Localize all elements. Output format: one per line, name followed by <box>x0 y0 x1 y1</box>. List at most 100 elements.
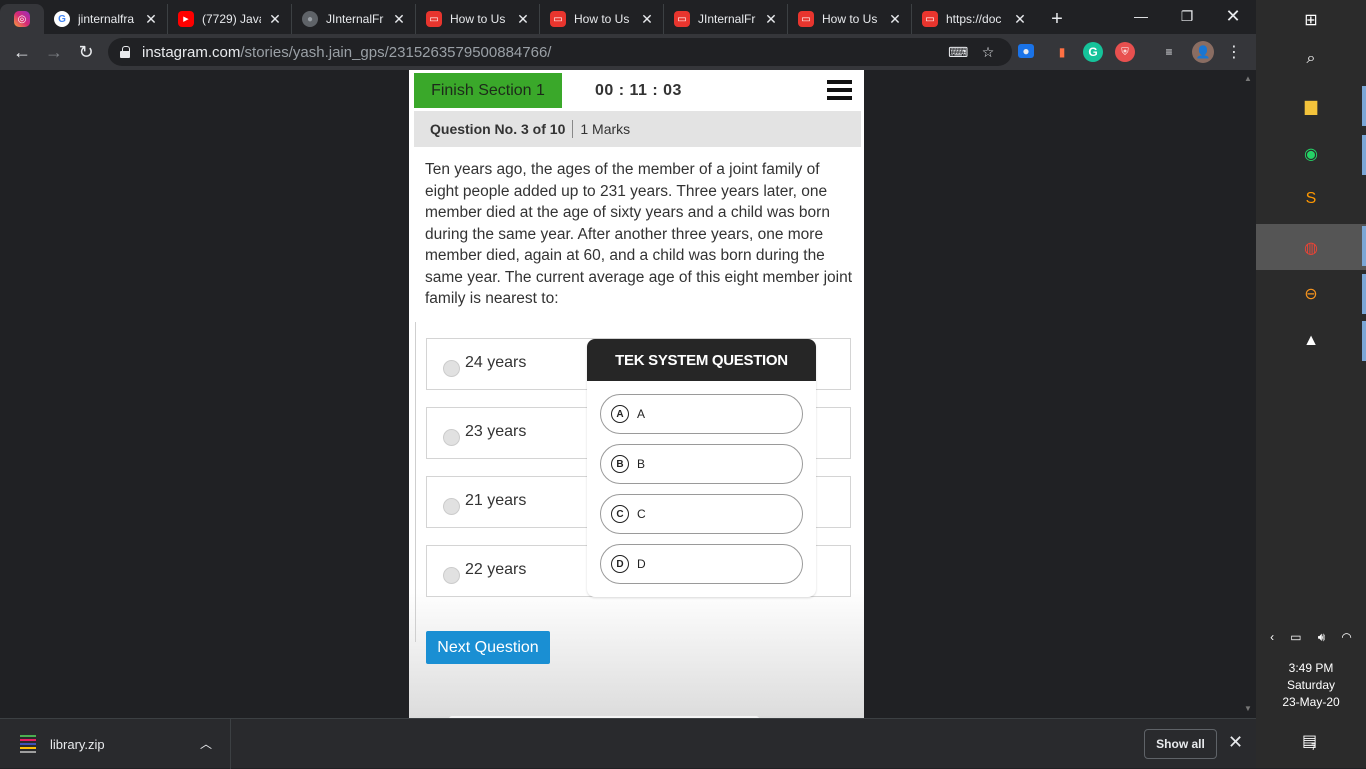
poll-option-c[interactable]: C C <box>600 494 803 534</box>
clock-date: 23-May-20 <box>1282 695 1340 709</box>
extension-icon[interactable]: ● <box>1018 44 1034 58</box>
battery-icon[interactable]: ▭ <box>1290 630 1301 644</box>
poll-option-d[interactable]: D D <box>600 544 803 584</box>
radio-button[interactable] <box>443 497 460 515</box>
globe-icon: ● <box>302 11 318 27</box>
chevron-left-icon[interactable]: ‹ <box>1270 630 1274 644</box>
close-window-button[interactable]: ✕ <box>1210 0 1256 32</box>
grammarly-icon[interactable]: G <box>1083 42 1103 62</box>
chevron-up-icon[interactable]: ︿ <box>200 735 212 752</box>
close-shelf-icon[interactable]: ✕ <box>1228 732 1243 753</box>
url-path: /stories/yash.jain_gps/23152635795008847… <box>240 43 552 61</box>
running-indicator <box>1362 226 1366 266</box>
question-number: Question No. 3 of 10 <box>430 121 566 137</box>
chrome-icon[interactable]: ◍ <box>1300 237 1322 259</box>
running-indicator <box>1362 86 1366 126</box>
search-icon[interactable]: ⌕ <box>1300 48 1322 70</box>
photos-icon[interactable]: ▲ <box>1300 330 1322 352</box>
download-item[interactable]: library.zip ︿ <box>0 719 231 769</box>
browser-tab[interactable]: ▭ How to Us ✕ <box>416 4 540 34</box>
tab-strip: ◎ G jinternalfra ✕ ▶ (7729) Java ✕ ● JIn… <box>0 0 1256 34</box>
show-all-button[interactable]: Show all <box>1144 729 1217 759</box>
whatsapp-icon[interactable]: ◉ <box>1300 143 1322 165</box>
question-header: Question No. 3 of 10 1 Marks <box>414 111 861 147</box>
browser-tab[interactable]: ▭ JInternalFr ✕ <box>664 4 788 34</box>
poll-letter: D <box>611 555 629 573</box>
shield-icon[interactable]: ⛨ <box>1115 42 1135 62</box>
reload-button[interactable]: ↻ <box>70 36 102 68</box>
bookmark-star-icon[interactable]: ☆ <box>980 44 996 60</box>
poll-option-b[interactable]: B B <box>600 444 803 484</box>
wifi-icon[interactable]: ◠ <box>1341 630 1351 644</box>
poll-option-label: A <box>637 407 646 421</box>
notification-count: 7 <box>1311 742 1317 752</box>
sublime-icon[interactable]: S <box>1300 188 1322 210</box>
browser-tab[interactable]: ▭ How to Us ✕ <box>540 4 664 34</box>
browser-tab[interactable]: G jinternalfra ✕ <box>44 4 168 34</box>
browser-toolbar: ← → ↻ instagram.com/stories/yash.jain_gp… <box>0 34 1256 70</box>
back-button[interactable]: ← <box>6 36 38 68</box>
tab-title: (7729) Java <box>202 12 261 26</box>
running-indicator <box>1362 135 1366 175</box>
download-file-name: library.zip <box>50 736 105 752</box>
extension-icon[interactable]: ▮ <box>1052 42 1072 62</box>
finish-section-button[interactable]: Finish Section 1 <box>414 73 562 108</box>
clock-day: Saturday <box>1286 678 1336 692</box>
system-clock[interactable]: 3:49 PM Saturday 23-May-20 <box>1256 660 1366 711</box>
browser-tab[interactable]: ▭ https://doc ✕ <box>912 4 1036 34</box>
radio-button[interactable] <box>443 428 460 446</box>
google-icon: G <box>54 11 70 27</box>
close-tab-icon[interactable]: ✕ <box>1012 11 1028 28</box>
question-marks: 1 Marks <box>580 121 631 137</box>
close-tab-icon[interactable]: ✕ <box>639 11 655 28</box>
poll-option-a[interactable]: A A <box>600 394 803 434</box>
translate-icon[interactable]: ⌨ <box>948 44 968 60</box>
radio-button[interactable] <box>443 566 460 584</box>
tab-title: JInternalFr <box>326 12 384 26</box>
option-label: 22 years <box>465 561 527 578</box>
question-text: Ten years ago, the ages of the member of… <box>425 161 853 307</box>
close-tab-icon[interactable]: ✕ <box>391 11 407 28</box>
zip-file-icon <box>20 735 36 753</box>
avatar[interactable]: 👤 <box>1192 41 1214 63</box>
menu-dots-icon[interactable]: ⋮ <box>1224 42 1244 62</box>
hamburger-menu-icon[interactable] <box>827 80 852 102</box>
running-indicator <box>1362 321 1366 361</box>
volume-icon[interactable]: 🔊︎ <box>1318 630 1326 645</box>
scroll-up-icon[interactable]: ▲ <box>1244 74 1252 83</box>
oracle-icon: ▭ <box>674 11 690 27</box>
minimize-button[interactable]: — <box>1118 0 1164 32</box>
forward-button[interactable]: → <box>38 36 70 68</box>
notification-center-icon[interactable]: ▤7 <box>1302 731 1322 752</box>
tab-title: JInternalFr <box>698 12 756 26</box>
address-bar[interactable]: instagram.com/stories/yash.jain_gps/2315… <box>108 38 1012 66</box>
restore-button[interactable]: ❐ <box>1164 0 1210 32</box>
browser-tab[interactable]: ▭ How to Us ✕ <box>788 4 912 34</box>
tab-instagram[interactable]: ◎ <box>0 4 44 34</box>
oracle-icon: ▭ <box>798 11 814 27</box>
close-tab-icon[interactable]: ✕ <box>267 11 283 28</box>
next-question-button[interactable]: Next Question <box>426 631 550 664</box>
windows-start-icon[interactable]: ⊞ <box>1300 9 1322 31</box>
close-tab-icon[interactable]: ✕ <box>763 11 779 28</box>
radio-button[interactable] <box>443 359 460 377</box>
instagram-icon: ◎ <box>14 11 30 27</box>
close-tab-icon[interactable]: ✕ <box>887 11 903 28</box>
clock-time: 3:49 PM <box>1288 661 1334 675</box>
browser-tab[interactable]: ▶ (7729) Java ✕ <box>168 4 292 34</box>
close-tab-icon[interactable]: ✕ <box>143 11 159 28</box>
oracle-icon: ▭ <box>550 11 566 27</box>
scroll-down-icon[interactable]: ▼ <box>1244 704 1252 713</box>
media-control-icon[interactable]: ≡ <box>1159 42 1179 62</box>
poll-option-label: D <box>637 557 646 571</box>
close-tab-icon[interactable]: ✕ <box>515 11 531 28</box>
option-label: 24 years <box>465 354 527 371</box>
poll-letter: A <box>611 405 629 423</box>
url-host: instagram.com <box>142 43 241 61</box>
browser-tab[interactable]: ● JInternalFr ✕ <box>292 4 416 34</box>
option-label: 23 years <box>465 423 527 440</box>
eclipse-icon[interactable]: ⊖ <box>1300 283 1322 305</box>
file-explorer-icon[interactable]: ▆ <box>1300 95 1322 117</box>
scrollbar[interactable]: ▲ ▼ <box>1240 70 1256 718</box>
new-tab-button[interactable]: + <box>1042 4 1072 34</box>
